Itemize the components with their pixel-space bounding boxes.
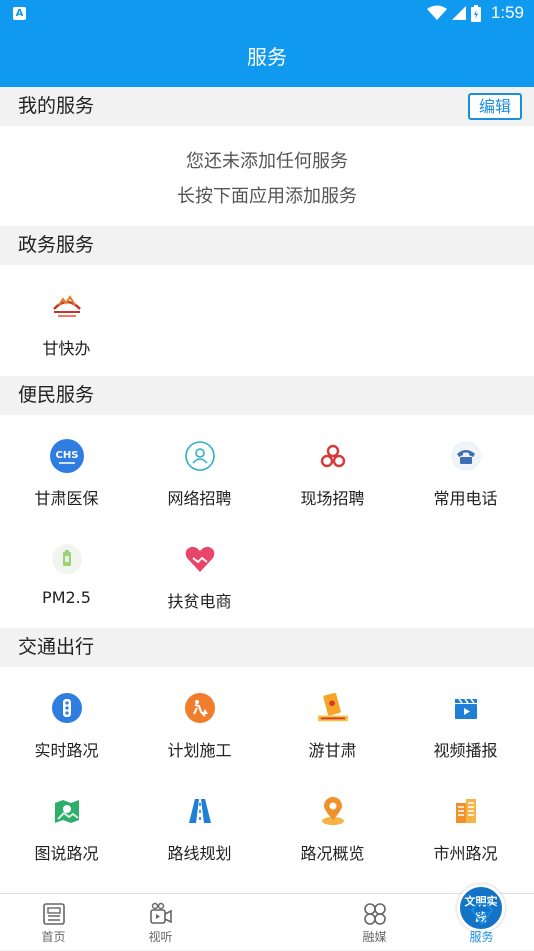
diamond-heart-icon <box>469 901 495 927</box>
service-city-traffic[interactable]: 市州路况 <box>399 794 532 894</box>
service-poverty-ecommerce[interactable]: 扶贫电商 <box>133 542 266 642</box>
service-label: 常用电话 <box>433 489 498 508</box>
section-title: 便民服务 <box>18 384 95 406</box>
service-planned-construction[interactable]: 计划施工 <box>133 691 266 791</box>
online-recruitment-icon <box>183 439 217 473</box>
service-traffic-overview[interactable]: 路况概览 <box>266 794 399 894</box>
tab-label: 融媒 <box>362 930 387 944</box>
convenience-services-header: 便民服务 <box>0 376 534 415</box>
section-title: 交通出行 <box>18 636 95 658</box>
tab-label: 首页 <box>41 930 66 944</box>
service-gansu-medical-insurance[interactable]: CHS 甘肃医保 <box>0 439 133 539</box>
service-tour-gansu[interactable]: 游甘肃 <box>266 691 399 791</box>
service-video-broadcast[interactable]: 视频播报 <box>399 691 532 791</box>
tab-services[interactable]: 服务 <box>428 894 534 951</box>
handshake-heart-icon <box>183 542 217 576</box>
status-bar: A 1:59 <box>0 0 534 28</box>
service-picture-traffic[interactable]: 图说路况 <box>0 794 133 894</box>
video-camera-icon <box>148 901 174 927</box>
newspaper-icon <box>41 901 67 927</box>
service-online-recruitment[interactable]: 网络招聘 <box>133 439 266 539</box>
service-label: PM2.5 <box>42 588 91 607</box>
tab-civilization-practice[interactable]: 文明实践 <box>214 884 505 951</box>
service-label: 游甘肃 <box>308 741 357 760</box>
empty-message-line1: 您还未添加任何服务 <box>186 151 348 172</box>
tab-home[interactable]: 首页 <box>0 894 107 951</box>
page-title: 服务 <box>0 28 534 87</box>
service-label: 市州路况 <box>433 844 498 863</box>
traffic-light-icon <box>50 691 84 725</box>
map-image-icon <box>50 794 84 828</box>
service-label: 甘快办 <box>42 339 91 358</box>
tour-gansu-icon <box>316 691 350 725</box>
my-services-header: 我的服务 编辑 <box>0 87 534 126</box>
service-pm25[interactable]: PM2.5 <box>0 542 133 642</box>
traffic-header: 交通出行 <box>0 628 534 667</box>
service-label: 图说路况 <box>34 844 99 863</box>
signal-icon <box>451 6 466 20</box>
bottom-tab-bar: 首页 视听 文明实践 融媒 服务 <box>0 884 534 951</box>
service-label: 网络招聘 <box>167 489 232 508</box>
edit-button[interactable]: 编辑 <box>468 93 522 120</box>
onsite-recruitment-icon <box>316 439 350 473</box>
chs-medical-insurance-icon: CHS <box>49 439 84 473</box>
service-label: 路线规划 <box>167 844 232 863</box>
service-route-planning[interactable]: 路线规划 <box>133 794 266 894</box>
traffic-panel: 实时路况 计划施工 游甘肃 视频播报 图说路况 路线规划 路况概览 市州路况 <box>0 667 534 893</box>
tab-audiovisual[interactable]: 视听 <box>107 894 214 951</box>
service-common-phone[interactable]: 常用电话 <box>399 439 532 539</box>
gov-services-header: 政务服务 <box>0 226 534 265</box>
service-label: 扶贫电商 <box>167 592 232 611</box>
battery-icon <box>470 4 481 22</box>
tab-media[interactable]: 融媒 <box>321 894 428 951</box>
my-services-panel: 您还未添加任何服务 长按下面应用添加服务 <box>0 126 534 226</box>
pm25-icon <box>50 542 84 576</box>
clock: 1:59 <box>490 3 524 22</box>
service-label: 甘肃医保 <box>34 489 99 508</box>
service-label: 路况概览 <box>300 844 365 863</box>
city-buildings-icon <box>449 794 483 828</box>
location-pin-icon <box>316 794 350 828</box>
road-route-icon <box>183 794 217 828</box>
video-clapper-icon <box>449 691 483 725</box>
gankuaiban-logo-icon <box>50 289 84 323</box>
telephone-icon <box>449 439 483 473</box>
wifi-icon <box>426 5 447 20</box>
notification-app-icon: A <box>13 7 26 20</box>
service-label: 视频播报 <box>433 741 498 760</box>
service-onsite-recruitment[interactable]: 现场招聘 <box>266 439 399 539</box>
service-label: 计划施工 <box>167 741 232 760</box>
construction-icon <box>183 691 217 725</box>
svg-text:CHS: CHS <box>55 450 78 461</box>
section-title: 我的服务 <box>18 95 95 117</box>
grid-circles-icon <box>362 901 388 927</box>
service-label: 现场招聘 <box>300 489 365 508</box>
tab-label: 服务 <box>469 930 494 944</box>
convenience-services-panel: CHS 甘肃医保 网络招聘 现场招聘 常用电话 PM2.5 扶贫电商 <box>0 415 534 628</box>
service-gankuaiban[interactable]: 甘快办 <box>0 289 133 389</box>
gov-services-panel: 甘快办 <box>0 265 534 376</box>
tab-label: 视听 <box>148 930 173 944</box>
service-realtime-traffic[interactable]: 实时路况 <box>0 691 133 791</box>
service-label: 实时路况 <box>34 741 99 760</box>
section-title: 政务服务 <box>18 234 95 256</box>
empty-message-line2: 长按下面应用添加服务 <box>177 186 357 207</box>
